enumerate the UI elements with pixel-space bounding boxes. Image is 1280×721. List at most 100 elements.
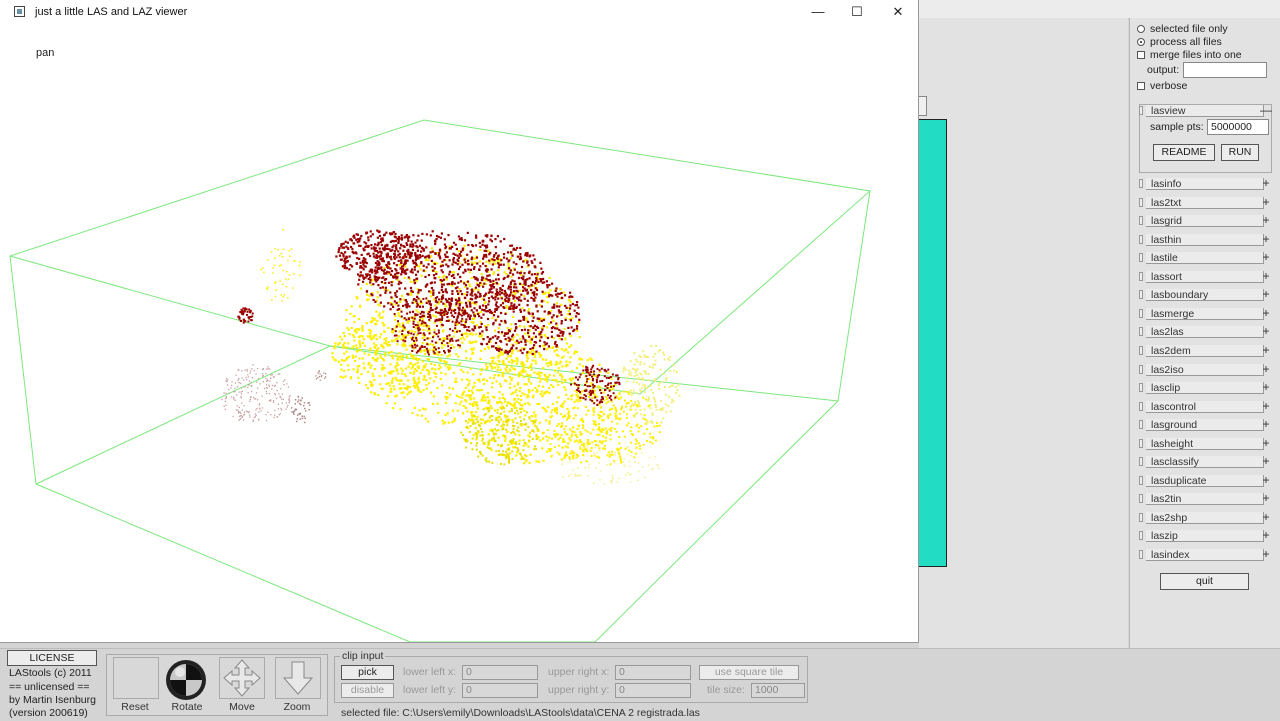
expand-icon[interactable]: + <box>1260 344 1272 357</box>
tool-laszip[interactable]: laszip + <box>1139 529 1272 543</box>
upper-right-x-field[interactable]: 0 <box>615 665 691 680</box>
collapse-icon[interactable]: — <box>1260 104 1272 117</box>
option-verbose[interactable]: verbose <box>1137 80 1187 92</box>
lower-left-y-field[interactable]: 0 <box>462 683 538 698</box>
cloud-point <box>401 335 404 338</box>
cloud-point <box>450 311 453 314</box>
lasview-header[interactable]: lasview — <box>1139 104 1272 117</box>
cloud-point <box>234 387 236 389</box>
expand-icon[interactable]: + <box>1260 381 1272 394</box>
cloud-point <box>614 412 617 415</box>
tool-las2txt[interactable]: las2txt + <box>1139 196 1272 209</box>
lower-left-x-field[interactable]: 0 <box>462 665 538 680</box>
cloud-point <box>568 460 571 463</box>
checkbox-icon[interactable] <box>1137 51 1145 59</box>
expand-icon[interactable]: + <box>1260 325 1272 338</box>
tool-las2iso[interactable]: las2iso + <box>1139 363 1272 376</box>
tool-lasboundary[interactable]: lasboundary + <box>1139 288 1272 302</box>
cloud-point <box>397 241 400 244</box>
expand-icon[interactable]: + <box>1260 548 1272 561</box>
cloud-point <box>430 255 433 258</box>
expand-icon[interactable]: + <box>1260 437 1272 450</box>
tool-las2dem[interactable]: las2dem + <box>1139 344 1272 357</box>
cloud-point <box>470 263 474 266</box>
tool-lasthin[interactable]: lasthin + <box>1139 233 1272 246</box>
point-cloud-canvas[interactable] <box>0 24 918 642</box>
tool-lasgrid[interactable]: lasgrid + <box>1139 214 1272 228</box>
sample-pts-field[interactable]: 5000000 <box>1207 119 1269 135</box>
tool-lasmerge[interactable]: lasmerge + <box>1139 307 1272 320</box>
expand-icon[interactable]: + <box>1260 196 1272 209</box>
expand-icon[interactable]: + <box>1260 251 1272 264</box>
tool-lasclip[interactable]: lasclip + <box>1139 381 1272 395</box>
option-process-all-files[interactable]: process all files <box>1137 36 1222 48</box>
viewer-titlebar[interactable]: just a little LAS and LAZ viewer — ☐ ✕ <box>0 0 919 24</box>
expand-icon[interactable]: + <box>1260 214 1272 227</box>
move-button[interactable] <box>219 657 265 699</box>
cloud-point <box>416 246 419 249</box>
tool-lascontrol[interactable]: lascontrol + <box>1139 400 1272 413</box>
cloud-point <box>455 303 458 306</box>
tool-las2tin[interactable]: las2tin + <box>1139 492 1272 506</box>
expand-icon[interactable]: + <box>1260 288 1272 301</box>
maximize-button[interactable]: ☐ <box>836 0 878 24</box>
readme-button[interactable]: README <box>1153 144 1215 161</box>
expand-icon[interactable]: + <box>1260 511 1272 524</box>
tool-lastile[interactable]: lastile + <box>1139 251 1272 265</box>
cloud-point <box>384 289 388 292</box>
expand-icon[interactable]: + <box>1260 455 1272 468</box>
cloud-point <box>441 384 444 387</box>
cloud-point <box>431 230 434 233</box>
radio-selected-icon[interactable] <box>1137 38 1145 46</box>
expand-icon[interactable]: + <box>1260 270 1272 283</box>
rotate-button[interactable] <box>164 658 208 705</box>
cloud-point <box>419 315 422 319</box>
tile-size-field[interactable]: 1000 <box>751 683 805 698</box>
tool-lasclassify[interactable]: lasclassify + <box>1139 455 1272 469</box>
cloud-point <box>416 344 419 347</box>
radio-icon[interactable] <box>1137 25 1145 33</box>
use-square-tile-button[interactable]: use square tile <box>699 665 799 680</box>
cloud-point <box>466 329 469 332</box>
tool-lasindex[interactable]: lasindex + <box>1139 548 1272 561</box>
cloud-point <box>397 312 400 315</box>
tool-lasduplicate[interactable]: lasduplicate + <box>1139 474 1272 487</box>
run-button[interactable]: RUN <box>1221 144 1259 161</box>
license-button[interactable]: LICENSE <box>7 650 97 666</box>
expand-icon[interactable]: + <box>1260 233 1272 246</box>
reset-button[interactable] <box>113 657 159 699</box>
upper-right-y-field[interactable]: 0 <box>615 683 691 698</box>
cloud-point <box>577 387 580 390</box>
option-merge-files[interactable]: merge files into one <box>1137 49 1242 61</box>
output-field[interactable] <box>1183 62 1267 78</box>
expand-icon[interactable]: + <box>1260 363 1272 376</box>
tool-lassort[interactable]: lassort + <box>1139 270 1272 283</box>
pick-button[interactable]: pick <box>341 665 394 680</box>
zoom-button[interactable] <box>275 657 321 699</box>
expand-icon[interactable]: + <box>1260 492 1272 505</box>
disable-button[interactable]: disable <box>341 683 394 698</box>
expand-icon[interactable]: + <box>1260 529 1272 542</box>
cloud-point <box>569 304 572 307</box>
expand-icon[interactable]: + <box>1260 177 1272 190</box>
checkbox-icon[interactable] <box>1137 82 1145 90</box>
option-selected-file-only[interactable]: selected file only <box>1137 23 1228 35</box>
close-button[interactable]: ✕ <box>877 0 919 24</box>
tool-las2shp[interactable]: las2shp + <box>1139 511 1272 524</box>
quit-button[interactable]: quit <box>1160 573 1249 590</box>
cloud-point <box>246 368 248 371</box>
cloud-point <box>535 448 538 450</box>
expand-icon[interactable]: + <box>1260 307 1272 320</box>
cloud-point <box>536 310 539 313</box>
tool-lasinfo[interactable]: lasinfo + <box>1139 177 1272 190</box>
minimize-button[interactable]: — <box>797 0 839 24</box>
cloud-point <box>536 437 539 440</box>
cloud-point <box>281 299 283 302</box>
cloud-point <box>654 359 657 362</box>
tool-las2las[interactable]: las2las + <box>1139 325 1272 339</box>
tool-lasheight[interactable]: lasheight + <box>1139 437 1272 450</box>
expand-icon[interactable]: + <box>1260 400 1272 413</box>
tool-lasground[interactable]: lasground + <box>1139 418 1272 432</box>
expand-icon[interactable]: + <box>1260 474 1272 487</box>
expand-icon[interactable]: + <box>1260 418 1272 431</box>
